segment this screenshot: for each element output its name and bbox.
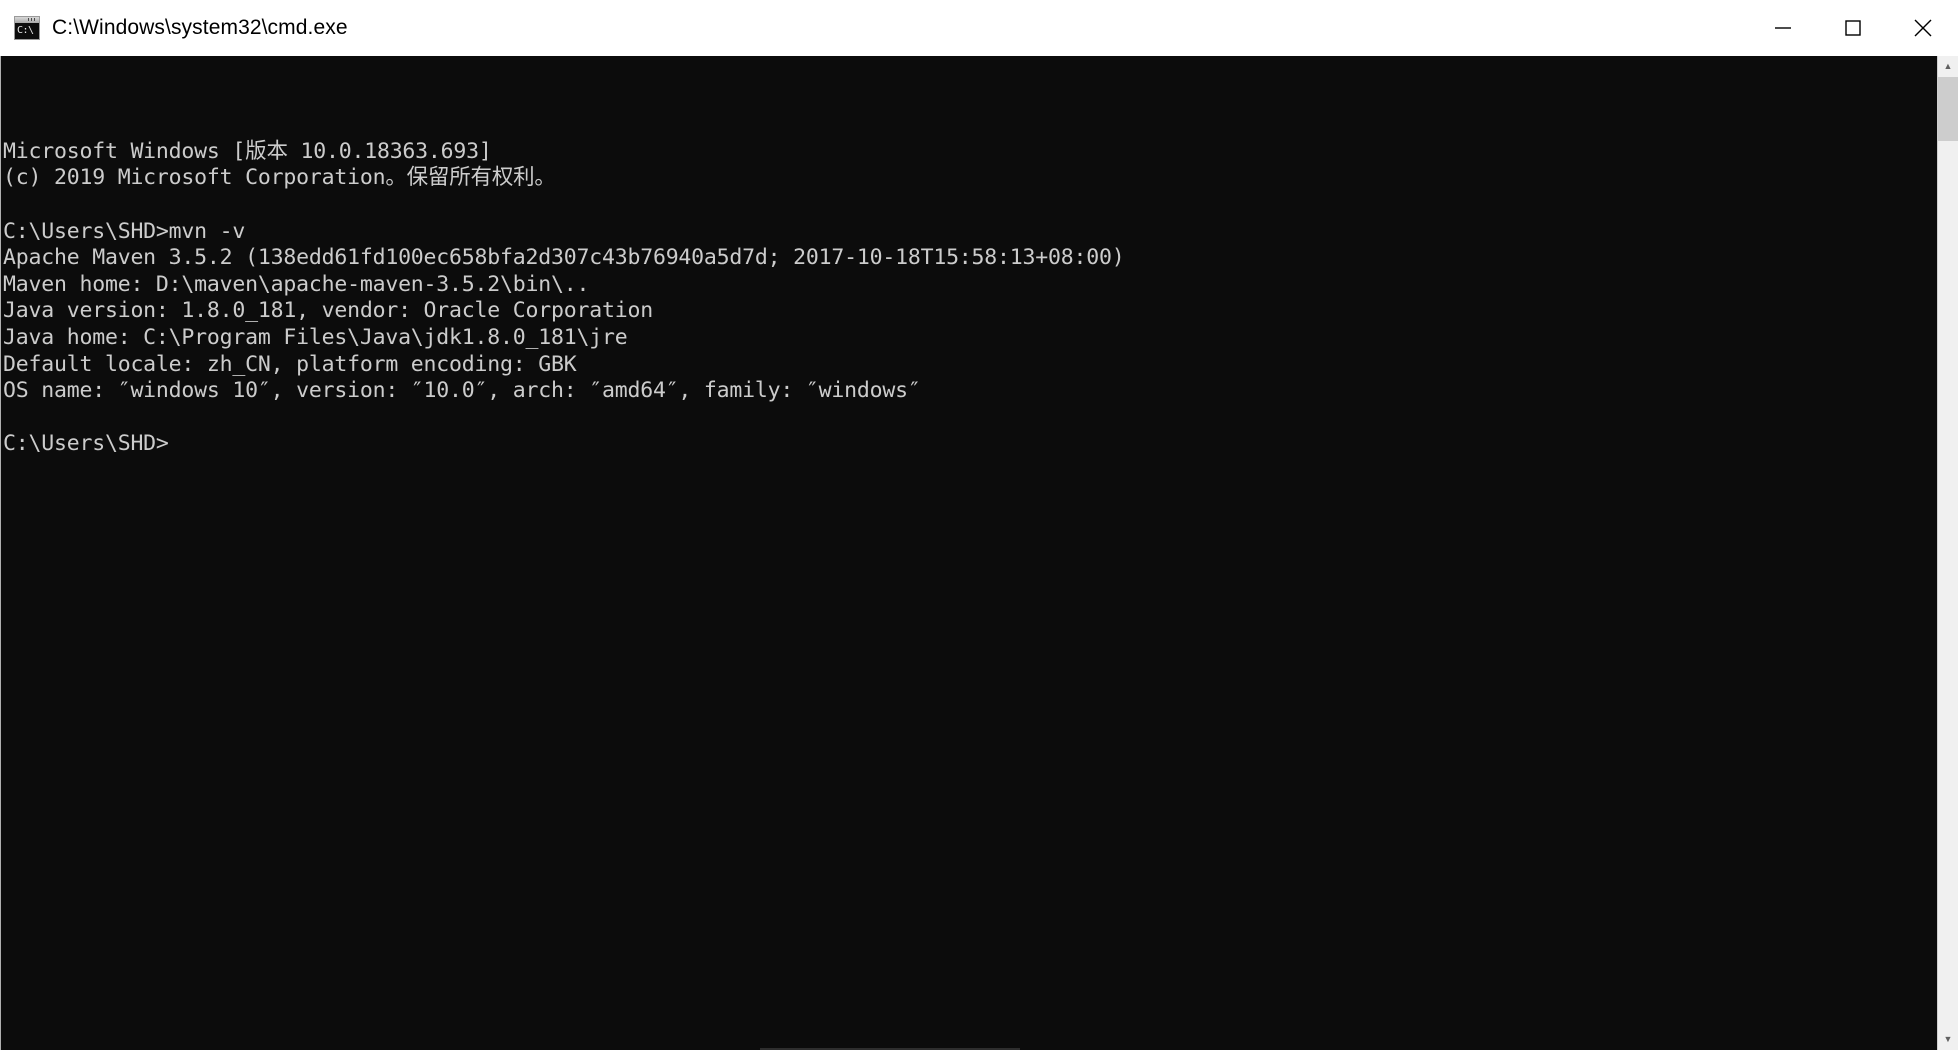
console-area: Microsoft Windows [版本 10.0.18363.693] (c)…: [0, 56, 1958, 1050]
cmd-icon-prompt-text: C:\: [17, 24, 34, 36]
minimize-button[interactable]: [1748, 0, 1818, 56]
close-button[interactable]: [1888, 0, 1958, 56]
scrollbar-thumb[interactable]: [1938, 77, 1958, 141]
console-line: Apache Maven 3.5.2 (138edd61fd100ec658bf…: [3, 245, 1125, 271]
cmd-icon-titlebar: [15, 16, 39, 23]
title-bar-left: C:\ C:\Windows\system32\cmd.exe: [0, 15, 1748, 40]
cmd-icon-dots: [28, 17, 37, 21]
scrollbar-track[interactable]: [1938, 77, 1958, 1029]
maximize-button[interactable]: [1818, 0, 1888, 56]
console-line: Maven home: D:\maven\apache-maven-3.5.2\…: [3, 271, 590, 297]
console-line: OS name: ″windows 10″, version: ″10.0″, …: [3, 378, 921, 404]
console-line: C:\Users\SHD>: [3, 431, 169, 457]
scroll-down-arrow[interactable]: ▼: [1938, 1029, 1958, 1050]
console-line: Java version: 1.8.0_181, vendor: Oracle …: [3, 298, 653, 324]
close-icon: [1914, 19, 1932, 36]
console-output[interactable]: Microsoft Windows [版本 10.0.18363.693] (c)…: [3, 56, 1937, 1050]
console-line: Microsoft Windows [版本 10.0.18363.693]: [3, 138, 492, 164]
scroll-up-arrow[interactable]: ▲: [1938, 56, 1958, 77]
maximize-icon: [1845, 19, 1861, 36]
window-title: C:\Windows\system32\cmd.exe: [52, 15, 348, 39]
minimize-icon: [1775, 26, 1791, 29]
console-line: Java home: C:\Program Files\Java\jdk1.8.…: [3, 324, 628, 350]
vertical-scrollbar[interactable]: ▲ ▼: [1937, 56, 1958, 1050]
console-line: (c) 2019 Microsoft Corporation。保留所有权利。: [3, 165, 556, 191]
cmd-console-icon: C:\: [14, 15, 40, 40]
title-bar[interactable]: C:\ C:\Windows\system32\cmd.exe: [0, 0, 1958, 56]
cmd-window: C:\ C:\Windows\system32\cmd.exe Microsof…: [0, 0, 1958, 1050]
console-line: C:\Users\SHD>mvn -v: [3, 218, 246, 244]
console-line: Default locale: zh_CN, platform encoding…: [3, 351, 577, 377]
window-controls: [1748, 0, 1958, 56]
